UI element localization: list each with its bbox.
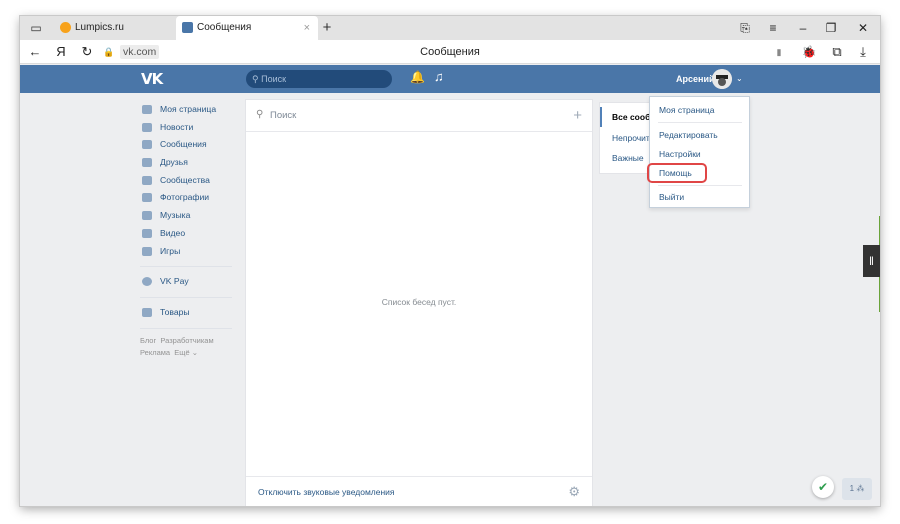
- footer-more-link[interactable]: Ещё ⌄: [174, 348, 198, 357]
- new-tab-button[interactable]: +: [318, 16, 336, 40]
- messages-icon: [142, 140, 152, 150]
- yandex-icon[interactable]: Я: [52, 40, 70, 64]
- messages-footer: Отключить звуковые уведомления ⚙: [246, 476, 592, 506]
- sidebar-toggle-icon[interactable]: ▭: [28, 20, 44, 36]
- side-panel-handle[interactable]: ‖: [863, 245, 880, 277]
- news-icon: [142, 122, 152, 132]
- menu-divider: [658, 122, 742, 123]
- mute-sounds-link[interactable]: Отключить звуковые уведомления: [258, 477, 395, 506]
- nav-item-messages[interactable]: Сообщения: [140, 136, 240, 154]
- download-icon[interactable]: ⤓: [854, 40, 872, 64]
- user-name: Арсений: [676, 74, 715, 84]
- nav-item-goods[interactable]: Товары: [140, 304, 240, 322]
- footer-dev-link[interactable]: Разработчикам: [160, 336, 213, 345]
- bag-icon: [142, 307, 152, 317]
- menu-item-help[interactable]: Помощь: [659, 168, 692, 178]
- minimize-button[interactable]: –: [792, 16, 814, 40]
- nav-item-photos[interactable]: Фотографии: [140, 189, 240, 207]
- menu-icon[interactable]: ≡: [762, 16, 784, 40]
- nav-item-vkpay[interactable]: VK Pay: [140, 273, 240, 291]
- shield-check-icon[interactable]: ✔: [812, 476, 834, 498]
- lock-icon[interactable]: 🔒: [102, 40, 116, 64]
- menu-item-settings[interactable]: Настройки: [659, 149, 701, 159]
- messages-search-placeholder: Поиск: [270, 110, 297, 121]
- vk-logo[interactable]: VK: [141, 70, 163, 88]
- music-note-icon[interactable]: ♫: [434, 69, 444, 84]
- vk-header: VK ⚲ Поиск 🔔 ♫ Арсений ⌄: [20, 65, 880, 93]
- reload-icon[interactable]: ↻: [78, 40, 96, 64]
- games-icon: [142, 246, 152, 256]
- nav-item-friends[interactable]: Друзья: [140, 154, 240, 172]
- user-dropdown-menu: Моя страница Редактировать Настройки Пом…: [647, 96, 750, 208]
- nav-item-my-page[interactable]: Моя страница: [140, 101, 240, 119]
- vkpay-icon: [142, 277, 152, 287]
- lumpics-favicon-icon: [60, 22, 71, 33]
- nav-item-video[interactable]: Видео: [140, 225, 240, 243]
- messages-search[interactable]: ⚲ Поиск +: [246, 100, 592, 132]
- gear-icon[interactable]: ⚙: [568, 484, 580, 500]
- friends-icon: [142, 158, 152, 168]
- tab-messages[interactable]: Сообщения ×: [176, 16, 318, 40]
- collections-icon[interactable]: ⧉: [828, 40, 846, 64]
- menu-item-edit[interactable]: Редактировать: [659, 130, 718, 140]
- avatar: [712, 69, 732, 89]
- nav-divider: [140, 327, 232, 329]
- nav-item-news[interactable]: Новости: [140, 119, 240, 137]
- messages-panel: ⚲ Поиск + Список бесед пуст. Отключить з…: [246, 100, 592, 506]
- nav-item-games[interactable]: Игры: [140, 243, 240, 261]
- footer-links: Блог Разработчикам Реклама Ещё ⌄: [140, 335, 240, 359]
- chevron-down-icon: ⌄: [736, 74, 743, 83]
- nav-divider: [140, 266, 232, 268]
- bug-icon[interactable]: 🐞: [800, 40, 818, 64]
- url-field[interactable]: vk.com: [120, 45, 160, 59]
- vk-favicon-icon: [182, 22, 193, 33]
- footer-ads-link[interactable]: Реклама: [140, 348, 170, 357]
- close-window-button[interactable]: ✕: [852, 16, 874, 40]
- notifications-bell-icon[interactable]: 🔔: [410, 70, 425, 84]
- bookmarks-manager-icon[interactable]: ⎘: [734, 16, 756, 40]
- search-icon: ⚲: [252, 74, 262, 84]
- menu-item-logout[interactable]: Выйти: [659, 192, 684, 202]
- photo-icon: [142, 193, 152, 203]
- bookmark-icon[interactable]: ▮: [772, 40, 786, 64]
- footer-blog-link[interactable]: Блог: [140, 336, 156, 345]
- menu-item-my-page[interactable]: Моя страница: [659, 105, 715, 115]
- search-icon: ⚲: [256, 109, 264, 120]
- nav-item-groups[interactable]: Сообщества: [140, 172, 240, 190]
- empty-list-text: Список бесед пуст.: [381, 297, 457, 307]
- home-icon: [142, 105, 152, 114]
- music-icon: [142, 211, 152, 221]
- vk-search-input[interactable]: ⚲ Поиск: [246, 70, 392, 88]
- new-chat-plus-icon[interactable]: +: [573, 100, 582, 132]
- vk-search-placeholder: Поиск: [261, 74, 287, 84]
- nav-divider: [140, 296, 232, 298]
- online-counter[interactable]: 1 ⁂: [842, 478, 872, 500]
- address-bar: ← Я ↻ 🔒 vk.com Сообщения ▮ 🐞 ⧉ ⤓: [20, 40, 880, 64]
- video-icon: [142, 228, 152, 238]
- groups-icon: [142, 175, 152, 185]
- back-arrow-icon[interactable]: ←: [26, 40, 44, 64]
- active-filter-indicator: [600, 107, 602, 127]
- menu-divider: [658, 185, 742, 186]
- nav-item-music[interactable]: Музыка: [140, 207, 240, 225]
- tab-bar: ▭ Lumpics.ru Сообщения × + ⎘ ≡ – ❐ ✕: [20, 16, 880, 40]
- user-menu-button[interactable]: Арсений ⌄: [668, 65, 750, 93]
- restore-button[interactable]: ❐: [820, 16, 842, 40]
- close-tab-icon[interactable]: ×: [304, 16, 310, 40]
- browser-window: ▭ Lumpics.ru Сообщения × + ⎘ ≡ – ❐ ✕ ← Я…: [20, 16, 880, 506]
- tab-lumpics[interactable]: Lumpics.ru: [54, 16, 174, 40]
- left-nav: Моя страница Новости Сообщения Друзья Со…: [140, 101, 240, 359]
